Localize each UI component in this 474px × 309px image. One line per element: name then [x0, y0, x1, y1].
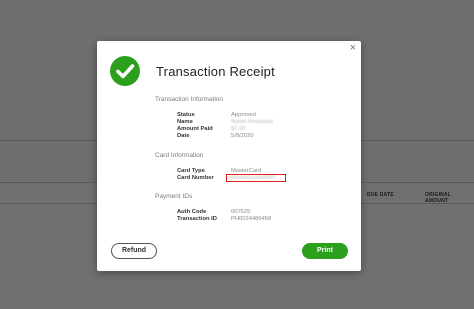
- dialog-title: Transaction Receipt: [156, 64, 275, 79]
- section-heading-card: Card Information: [155, 152, 204, 159]
- close-icon[interactable]: ×: [350, 43, 356, 54]
- check-circle-icon: [110, 56, 140, 86]
- row-value: 5/8/2020: [231, 133, 254, 139]
- row-label: Auth Code: [177, 209, 207, 215]
- section-heading-transaction: Transaction Information: [155, 96, 224, 103]
- row-label: Card Number: [177, 175, 214, 181]
- row-value: PH0024486458: [231, 216, 272, 222]
- column-header-due-date: DUE DATE: [367, 192, 394, 198]
- row-value: Approved: [231, 112, 256, 118]
- column-header-original-amount: ORIGINAL AMOUNT: [425, 192, 451, 204]
- card-number-highlight-box: [226, 174, 286, 182]
- row-value: $7.00: [231, 126, 246, 132]
- row-label: Name: [177, 119, 193, 125]
- section-heading-payment: Payment IDs: [155, 193, 193, 200]
- refund-button[interactable]: Refund: [111, 243, 157, 259]
- print-button[interactable]: Print: [302, 243, 348, 259]
- row-label: Status: [177, 112, 195, 118]
- row-label: Date: [177, 133, 190, 139]
- row-label: Amount Paid: [177, 126, 213, 132]
- transaction-receipt-dialog: × Transaction Receipt Transaction Inform…: [97, 41, 361, 271]
- row-label: Card Type: [177, 168, 205, 174]
- row-label: Transaction ID: [177, 216, 217, 222]
- row-value: Name Redacted: [231, 119, 273, 125]
- row-value: 007625: [231, 209, 251, 215]
